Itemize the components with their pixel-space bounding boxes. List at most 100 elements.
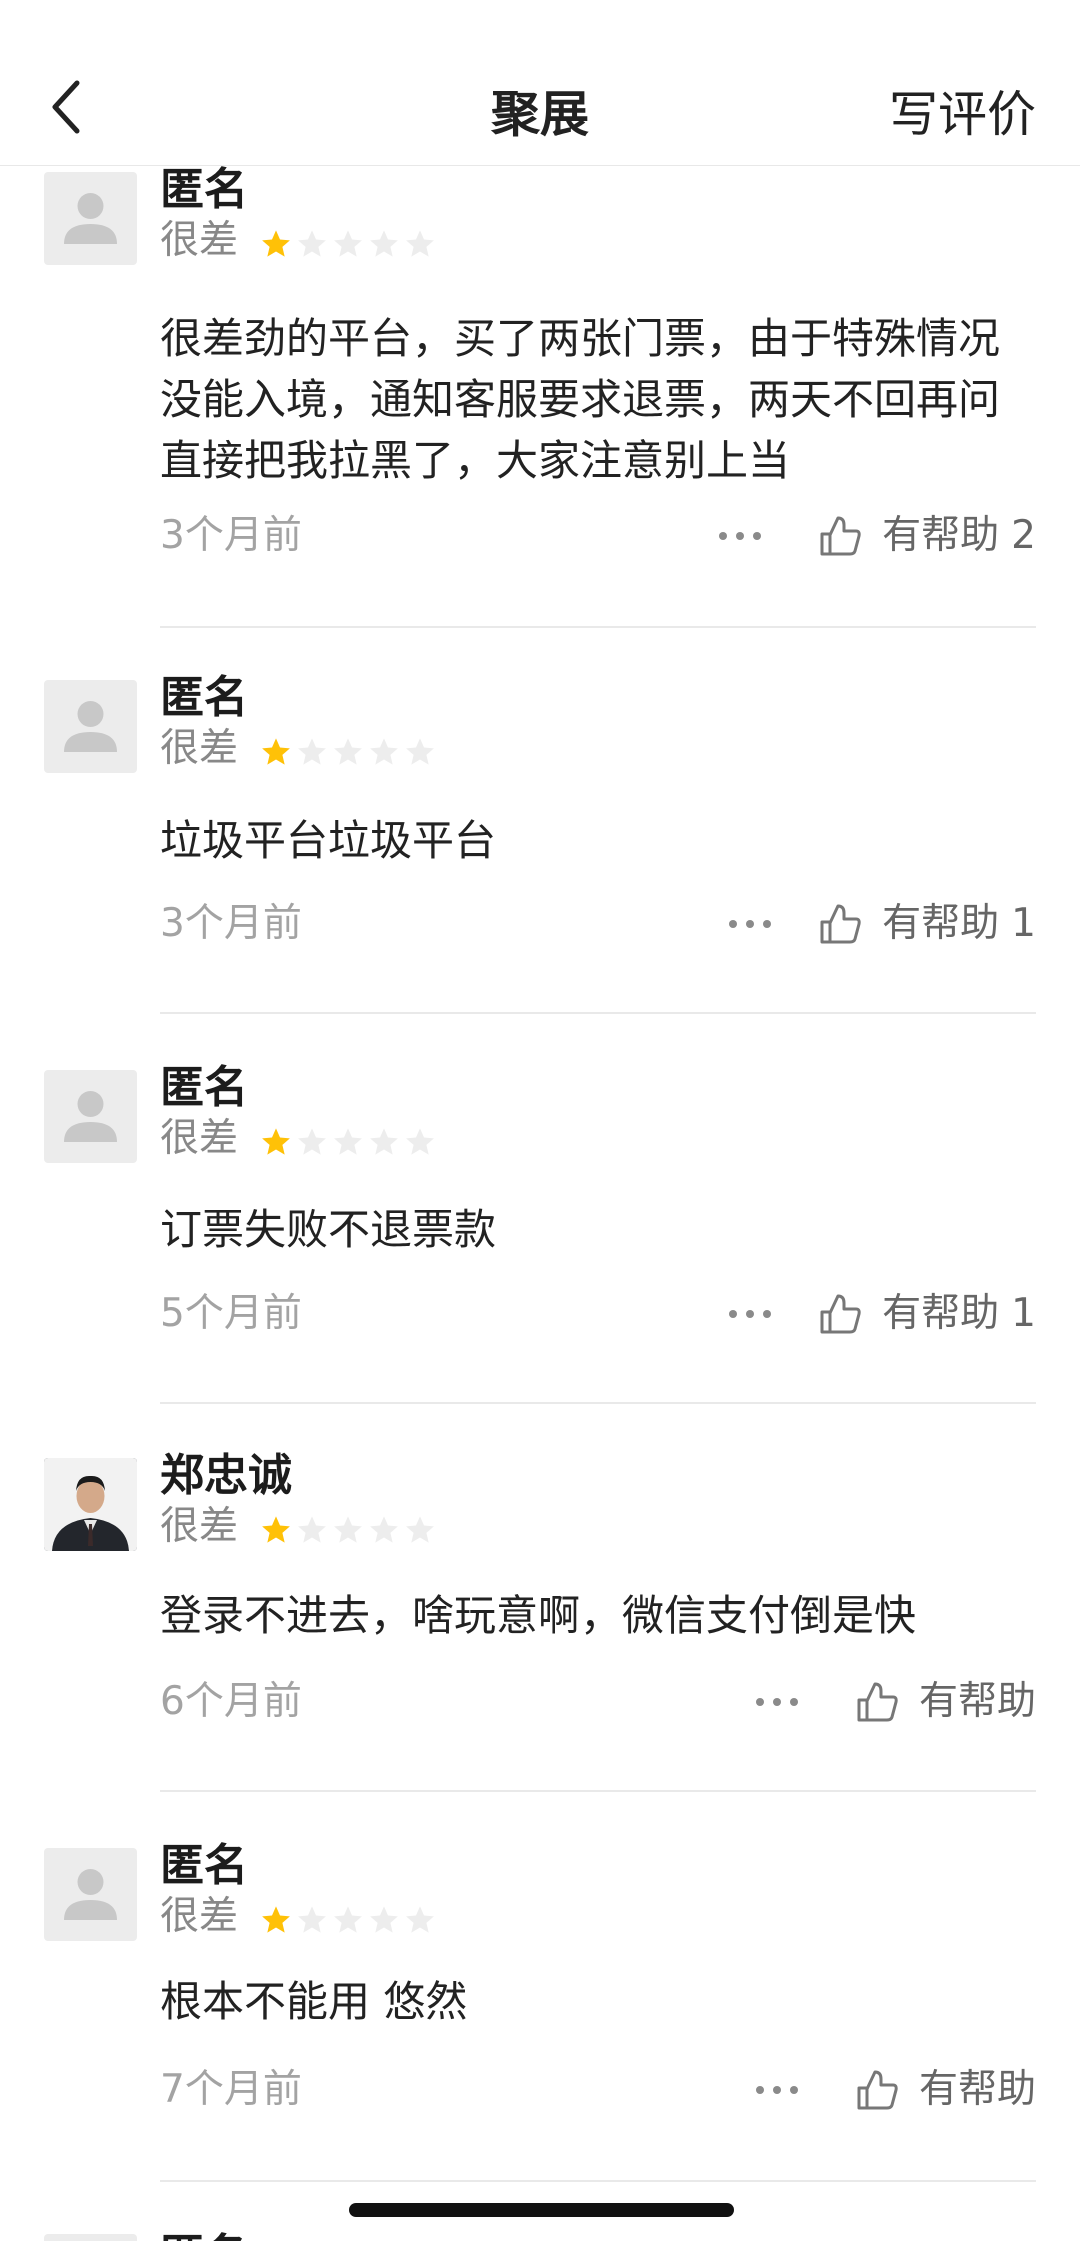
review-item: 郑忠诚 很差 登录不进去，啥玩意啊，微信支付倒是快 6个月前 有帮助 xyxy=(0,1450,1080,1846)
star-empty-icon xyxy=(334,1906,362,1933)
divider xyxy=(160,1012,1036,1014)
home-indicator[interactable] xyxy=(349,2203,734,2217)
star-empty-icon xyxy=(406,1516,434,1543)
helpful-button[interactable]: 有帮助 xyxy=(855,1675,1036,1729)
default-avatar-icon xyxy=(44,2234,137,2241)
rating-label: 很差 xyxy=(160,218,239,263)
avatar[interactable] xyxy=(44,2234,137,2241)
default-avatar-icon xyxy=(64,193,117,244)
review-item: 匿名 xyxy=(0,2230,1080,2241)
more-options-icon[interactable] xyxy=(719,516,761,556)
helpful-label: 有帮助 xyxy=(882,1291,1000,1336)
review-content: 垃圾平台垃圾平台 xyxy=(160,816,497,865)
divider xyxy=(160,1790,1036,1792)
divider xyxy=(160,2180,1036,2182)
review-content: 登录不进去，啥玩意啊，微信支付倒是快 xyxy=(160,1591,917,1640)
helpful-button[interactable]: 有帮助 xyxy=(855,2063,1036,2117)
star-empty-icon xyxy=(334,738,362,765)
thumbs-up-icon xyxy=(857,1682,898,1722)
star-filled-icon xyxy=(262,1128,290,1155)
star-filled-icon xyxy=(262,230,290,257)
star-empty-icon xyxy=(370,738,398,765)
helpful-label: 有帮助 xyxy=(918,1679,1036,1724)
more-options-icon[interactable] xyxy=(729,1294,771,1334)
review-item: 匿名 很差 垃圾平台垃圾平台 3个月前 有帮助 1 xyxy=(0,672,1080,1068)
helpful-count: 2 xyxy=(1011,513,1036,558)
review-time: 6个月前 xyxy=(160,1679,302,1724)
star-rating xyxy=(260,1126,436,1158)
avatar[interactable] xyxy=(44,1070,137,1163)
star-rating xyxy=(260,736,436,768)
helpful-label: 有帮助 xyxy=(882,513,1000,558)
rating-label: 很差 xyxy=(160,1116,239,1161)
review-item: 匿名 很差 很差劲的平台，买了两张门票，由于特殊情况没能入境，通知客服要求退票，… xyxy=(0,166,1080,632)
review-time: 5个月前 xyxy=(160,1291,302,1336)
reviewer-name: 匿名 xyxy=(160,166,248,215)
thumbs-up-icon xyxy=(820,1294,861,1334)
star-rating xyxy=(260,1904,436,1936)
avatar[interactable] xyxy=(44,1848,137,1941)
star-filled-icon xyxy=(262,1906,290,1933)
star-empty-icon xyxy=(298,1906,326,1933)
review-list[interactable]: 匿名 很差 很差劲的平台，买了两张门票，由于特殊情况没能入境，通知客服要求退票，… xyxy=(0,166,1080,2241)
review-content: 订票失败不退票款 xyxy=(160,1205,497,1254)
star-empty-icon xyxy=(370,1516,398,1543)
more-options-icon[interactable] xyxy=(756,2070,798,2110)
helpful-count: 1 xyxy=(1011,901,1036,946)
star-empty-icon xyxy=(406,230,434,257)
star-empty-icon xyxy=(298,1516,326,1543)
rating-label: 很差 xyxy=(160,726,239,771)
star-empty-icon xyxy=(370,230,398,257)
star-empty-icon xyxy=(298,738,326,765)
review-content: 很差劲的平台，买了两张门票，由于特殊情况没能入境，通知客服要求退票，两天不回再问… xyxy=(160,314,1001,485)
rating-label: 很差 xyxy=(160,1504,239,1549)
divider xyxy=(160,626,1036,628)
more-options-icon[interactable] xyxy=(756,1682,798,1722)
reviewer-name: 匿名 xyxy=(160,1062,248,1113)
star-rating xyxy=(260,1514,436,1546)
review-item: 匿名 很差 根本不能用 悠然 7个月前 有帮助 xyxy=(0,1840,1080,2234)
star-filled-icon xyxy=(262,738,290,765)
helpful-button[interactable]: 有帮助 1 xyxy=(818,897,1036,951)
avatar[interactable] xyxy=(44,680,137,773)
reviewer-name: 匿名 xyxy=(160,672,248,723)
thumbs-up-icon xyxy=(820,516,861,556)
reviewer-name: 匿名 xyxy=(160,1840,248,1891)
default-avatar-icon xyxy=(64,1091,117,1142)
user-photo-icon xyxy=(44,1458,137,1551)
helpful-button[interactable]: 有帮助 1 xyxy=(818,1287,1036,1341)
star-filled-icon xyxy=(262,1516,290,1543)
review-time: 7个月前 xyxy=(160,2067,302,2112)
review-time: 3个月前 xyxy=(160,513,302,558)
star-empty-icon xyxy=(406,1128,434,1155)
write-review-button[interactable]: 写评价 xyxy=(889,75,1036,146)
star-empty-icon xyxy=(334,230,362,257)
review-item: 匿名 很差 订票失败不退票款 5个月前 有帮助 1 xyxy=(0,1062,1080,1456)
avatar[interactable] xyxy=(44,1458,137,1551)
star-empty-icon xyxy=(370,1128,398,1155)
helpful-label: 有帮助 xyxy=(882,901,1000,946)
divider xyxy=(160,1402,1036,1404)
star-empty-icon xyxy=(406,1906,434,1933)
default-avatar-icon xyxy=(64,701,117,752)
helpful-count: 1 xyxy=(1011,1291,1036,1336)
rating-label: 很差 xyxy=(160,1894,239,1939)
star-rating xyxy=(260,228,436,260)
star-empty-icon xyxy=(298,1128,326,1155)
star-empty-icon xyxy=(334,1516,362,1543)
reviewer-name: 郑忠诚 xyxy=(160,1450,292,1501)
reviewer-name: 匿名 xyxy=(160,2226,248,2241)
star-empty-icon xyxy=(370,1906,398,1933)
review-content: 根本不能用 悠然 xyxy=(160,1977,468,2026)
navigation-bar: 聚展 写评价 xyxy=(0,0,1080,166)
default-avatar-icon xyxy=(64,1869,117,1920)
avatar[interactable] xyxy=(44,172,137,265)
review-time: 3个月前 xyxy=(160,901,302,946)
thumbs-up-icon xyxy=(820,904,861,944)
star-empty-icon xyxy=(334,1128,362,1155)
star-empty-icon xyxy=(406,738,434,765)
more-options-icon[interactable] xyxy=(729,904,771,944)
thumbs-up-icon xyxy=(857,2070,898,2110)
helpful-button[interactable]: 有帮助 2 xyxy=(818,509,1036,563)
star-empty-icon xyxy=(298,230,326,257)
